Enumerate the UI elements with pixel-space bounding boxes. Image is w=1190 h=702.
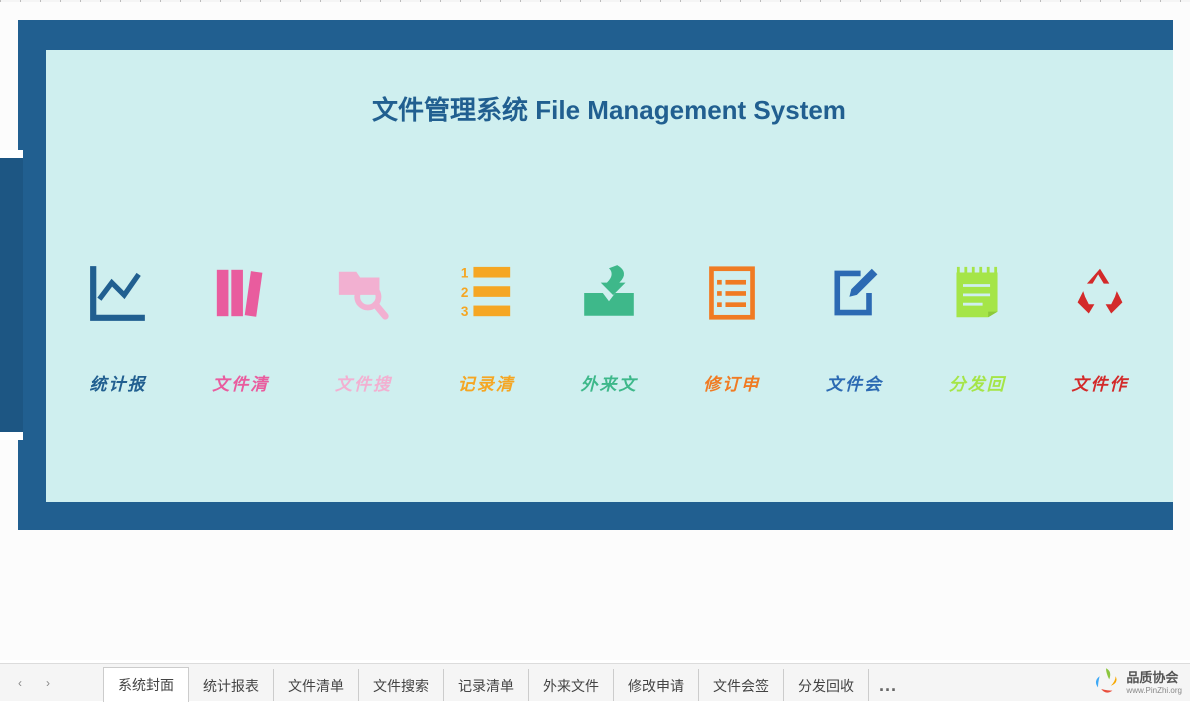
tab-prev-button[interactable]: ‹ — [6, 671, 34, 695]
slide-background: 文件管理系统 File Management System 统计报 — [18, 20, 1173, 530]
tab-sign[interactable]: 文件会签 — [699, 669, 784, 701]
menu-label: 文件会 — [826, 370, 883, 395]
menu-item-external[interactable]: 外来文 — [562, 260, 657, 395]
menu-item-file-list[interactable]: 文件清 — [193, 260, 288, 395]
stats-chart-icon — [83, 260, 153, 325]
menu-item-sign[interactable]: 文件会 — [807, 260, 902, 395]
page-title: 文件管理系统 File Management System — [46, 90, 1173, 127]
inbox-icon — [574, 260, 644, 325]
list-icon: 1 2 3 — [451, 260, 521, 325]
edit-icon — [820, 260, 890, 325]
checklist-icon — [697, 260, 767, 325]
slide-canvas: 文件管理系统 File Management System 统计报 — [0, 0, 1190, 660]
side-notch — [0, 150, 23, 440]
recycle-icon — [1065, 260, 1135, 325]
menu-label: 统计报 — [90, 370, 147, 395]
tab-next-button[interactable]: › — [34, 671, 62, 695]
notepad-icon — [942, 260, 1012, 325]
menu-item-revision[interactable]: 修订申 — [684, 260, 779, 395]
search-folder-icon — [329, 260, 399, 325]
logo-icon — [1090, 665, 1122, 697]
menu-item-void[interactable]: 文件作 — [1053, 260, 1148, 395]
tab-cover[interactable]: 系统封面 — [103, 667, 189, 702]
icon-row: 统计报 文件清 — [71, 260, 1148, 395]
logo-text-en: www.PinZhi.org — [1126, 686, 1182, 695]
svg-text:3: 3 — [461, 304, 469, 319]
files-icon — [206, 260, 276, 325]
menu-label: 外来文 — [581, 370, 638, 395]
logo-text-cn: 品质协会 — [1126, 667, 1182, 686]
tab-file-search[interactable]: 文件搜索 — [359, 669, 444, 701]
tab-revision[interactable]: 修改申请 — [614, 669, 699, 701]
tab-file-list[interactable]: 文件清单 — [274, 669, 359, 701]
more-tabs-button[interactable]: ··· — [869, 680, 907, 701]
sheet-tab-bar: ‹ › 系统封面 统计报表 文件清单 文件搜索 记录清单 外来文件 修改申请 文… — [0, 663, 1190, 701]
menu-item-file-search[interactable]: 文件搜 — [316, 260, 411, 395]
menu-label: 文件清 — [212, 370, 269, 395]
menu-label: 修订申 — [703, 370, 760, 395]
tab-external[interactable]: 外来文件 — [529, 669, 614, 701]
tabs-container: 系统封面 统计报表 文件清单 文件搜索 记录清单 外来文件 修改申请 文件会签 … — [103, 664, 907, 701]
menu-item-stats[interactable]: 统计报 — [71, 260, 166, 395]
menu-label: 记录清 — [458, 370, 515, 395]
svg-text:2: 2 — [461, 284, 469, 299]
menu-item-record-list[interactable]: 1 2 3 记录清 — [439, 260, 534, 395]
menu-label: 文件作 — [1072, 370, 1129, 395]
svg-text:1: 1 — [461, 265, 469, 280]
watermark-logo: 品质协会 www.PinZhi.org — [1090, 665, 1182, 697]
ruler — [0, 0, 1190, 2]
menu-label: 分发回 — [949, 370, 1006, 395]
menu-item-distribute[interactable]: 分发回 — [930, 260, 1025, 395]
tab-nav-arrows: ‹ › — [0, 671, 68, 695]
tab-stats[interactable]: 统计报表 — [189, 669, 274, 701]
tab-record-list[interactable]: 记录清单 — [444, 669, 529, 701]
menu-label: 文件搜 — [335, 370, 392, 395]
content-panel: 文件管理系统 File Management System 统计报 — [46, 50, 1173, 502]
tab-distribute[interactable]: 分发回收 — [784, 669, 869, 701]
